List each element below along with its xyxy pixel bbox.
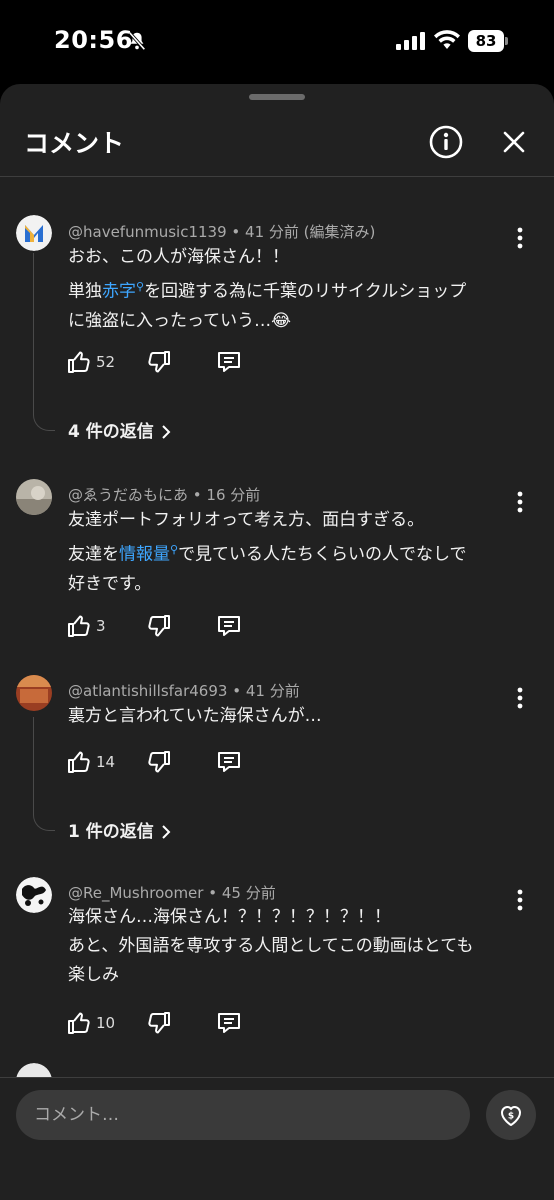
- reply-icon[interactable]: [216, 1010, 242, 1036]
- reply-icon[interactable]: [216, 613, 242, 639]
- chevron-right-icon: [162, 825, 171, 839]
- signal-icon: [396, 32, 425, 50]
- comment-list[interactable]: @havefunmusic1139 • 41 分前 (編集済み) おお、この人が…: [0, 177, 554, 1077]
- wifi-icon: [434, 30, 460, 49]
- comment-text: 裏方と言われていた海保さんが…: [68, 702, 518, 731]
- like-count: 3: [96, 617, 106, 635]
- comments-sheet: コメント @havefunmusic1139 • 41 分前 (編集済み) おお…: [0, 84, 554, 1200]
- like-icon[interactable]: [66, 1010, 92, 1036]
- comment-meta: @Re_Mushroomer • 45 分前: [68, 884, 276, 902]
- search-link[interactable]: 情報量: [119, 545, 170, 565]
- comment-author[interactable]: @atlantishillsfar4693: [68, 682, 227, 700]
- close-icon[interactable]: [498, 126, 530, 158]
- comment-actions: 10: [66, 1010, 266, 1038]
- comment-actions: 3: [66, 613, 266, 641]
- battery-level: 83: [468, 30, 504, 52]
- like-icon[interactable]: [66, 349, 92, 375]
- comment-time: 45 分前: [221, 884, 276, 902]
- comment-time: 41 分前: [245, 682, 300, 700]
- like-count: 14: [96, 753, 116, 771]
- comment-meta: @ゑうだゐもにあ • 16 分前: [68, 486, 261, 504]
- battery-tip: [505, 37, 508, 45]
- comment-input[interactable]: コメント…: [16, 1090, 470, 1140]
- comment-line: 海保さん…海保さん！？！？！？！？！！: [68, 907, 391, 927]
- edited-label: (編集済み): [303, 223, 376, 241]
- drag-handle[interactable]: [249, 94, 305, 100]
- comment-author[interactable]: @ゑうだゐもにあ: [68, 486, 188, 504]
- comment-line: 友達ポートフォリオって考え方、面白すぎる。: [68, 510, 425, 530]
- thread-line: [33, 717, 55, 831]
- comment-author[interactable]: @havefunmusic1139: [68, 223, 227, 241]
- comment-time: 16 分前: [206, 486, 261, 504]
- comment-input-bar: コメント… $: [0, 1077, 554, 1200]
- comment-line: おお、この人が海保さん！！: [68, 247, 289, 267]
- avatar[interactable]: [16, 877, 52, 913]
- svg-text:$: $: [508, 1112, 514, 1122]
- comment-line: 裏方と言われていた海保さんが…: [68, 706, 322, 726]
- comment-text: おお、この人が海保さん！！ 単独赤字⚲を回避する為に千葉のリサイクルショップ に…: [68, 243, 518, 336]
- reply-icon[interactable]: [216, 349, 242, 375]
- dislike-icon[interactable]: [146, 613, 172, 639]
- heart-dollar-icon: $: [501, 1106, 521, 1126]
- info-icon[interactable]: [428, 124, 464, 160]
- like-icon[interactable]: [66, 749, 92, 775]
- dislike-icon[interactable]: [146, 749, 172, 775]
- comment-line: に強盗に入ったっていう…😂: [68, 310, 292, 331]
- dislike-icon[interactable]: [146, 349, 172, 375]
- reply-icon[interactable]: [216, 749, 242, 775]
- view-replies-button[interactable]: 4 件の返信: [68, 417, 172, 442]
- avatar[interactable]: [16, 215, 52, 251]
- comment-line: 好きです。: [68, 573, 152, 594]
- avatar[interactable]: [16, 479, 52, 515]
- comment-line: 楽しみ: [68, 965, 119, 985]
- comment-meta: @atlantishillsfar4693 • 41 分前: [68, 682, 300, 700]
- view-replies-button[interactable]: 1 件の返信: [68, 817, 172, 842]
- like-icon[interactable]: [66, 613, 92, 639]
- comment-author[interactable]: @Re_Mushroomer: [68, 884, 203, 902]
- comment-actions: 14: [66, 749, 266, 777]
- like-count: 52: [96, 353, 116, 371]
- battery-indicator: 83: [468, 30, 508, 52]
- sheet-title: コメント: [24, 129, 125, 158]
- comment-time: 41 分前: [245, 223, 299, 241]
- super-thanks-button[interactable]: $: [486, 1090, 536, 1140]
- search-icon: ⚲: [170, 543, 179, 556]
- search-icon: ⚲: [136, 280, 145, 293]
- comment-line: あと、外国語を専攻する人間としてこの動画はとても: [68, 936, 474, 956]
- comment-meta: @havefunmusic1139 • 41 分前 (編集済み): [68, 223, 376, 241]
- comment-text: 友達ポートフォリオって考え方、面白すぎる。 友達を情報量⚲で見ている人たちくらい…: [68, 506, 518, 599]
- avatar[interactable]: [16, 675, 52, 711]
- search-link[interactable]: 赤字: [102, 282, 136, 302]
- like-count: 10: [96, 1014, 116, 1032]
- status-bar: 20:56 83: [0, 0, 554, 84]
- comment-text: 海保さん…海保さん！？！？！？！？！！ あと、外国語を専攻する人間としてこの動画…: [68, 903, 518, 990]
- comment-actions: 52: [66, 349, 266, 377]
- bell-off-icon: [128, 31, 146, 51]
- dislike-icon[interactable]: [146, 1010, 172, 1036]
- comment-line: 友達を情報量⚲で見ている人たちくらいの人でなしで: [68, 543, 467, 565]
- chevron-right-icon: [162, 425, 171, 439]
- comment-line: 単独赤字⚲を回避する為に千葉のリサイクルショップ: [68, 280, 467, 302]
- avatar[interactable]: [16, 1063, 52, 1077]
- status-time: 20:56: [54, 26, 133, 54]
- thread-line: [33, 253, 55, 431]
